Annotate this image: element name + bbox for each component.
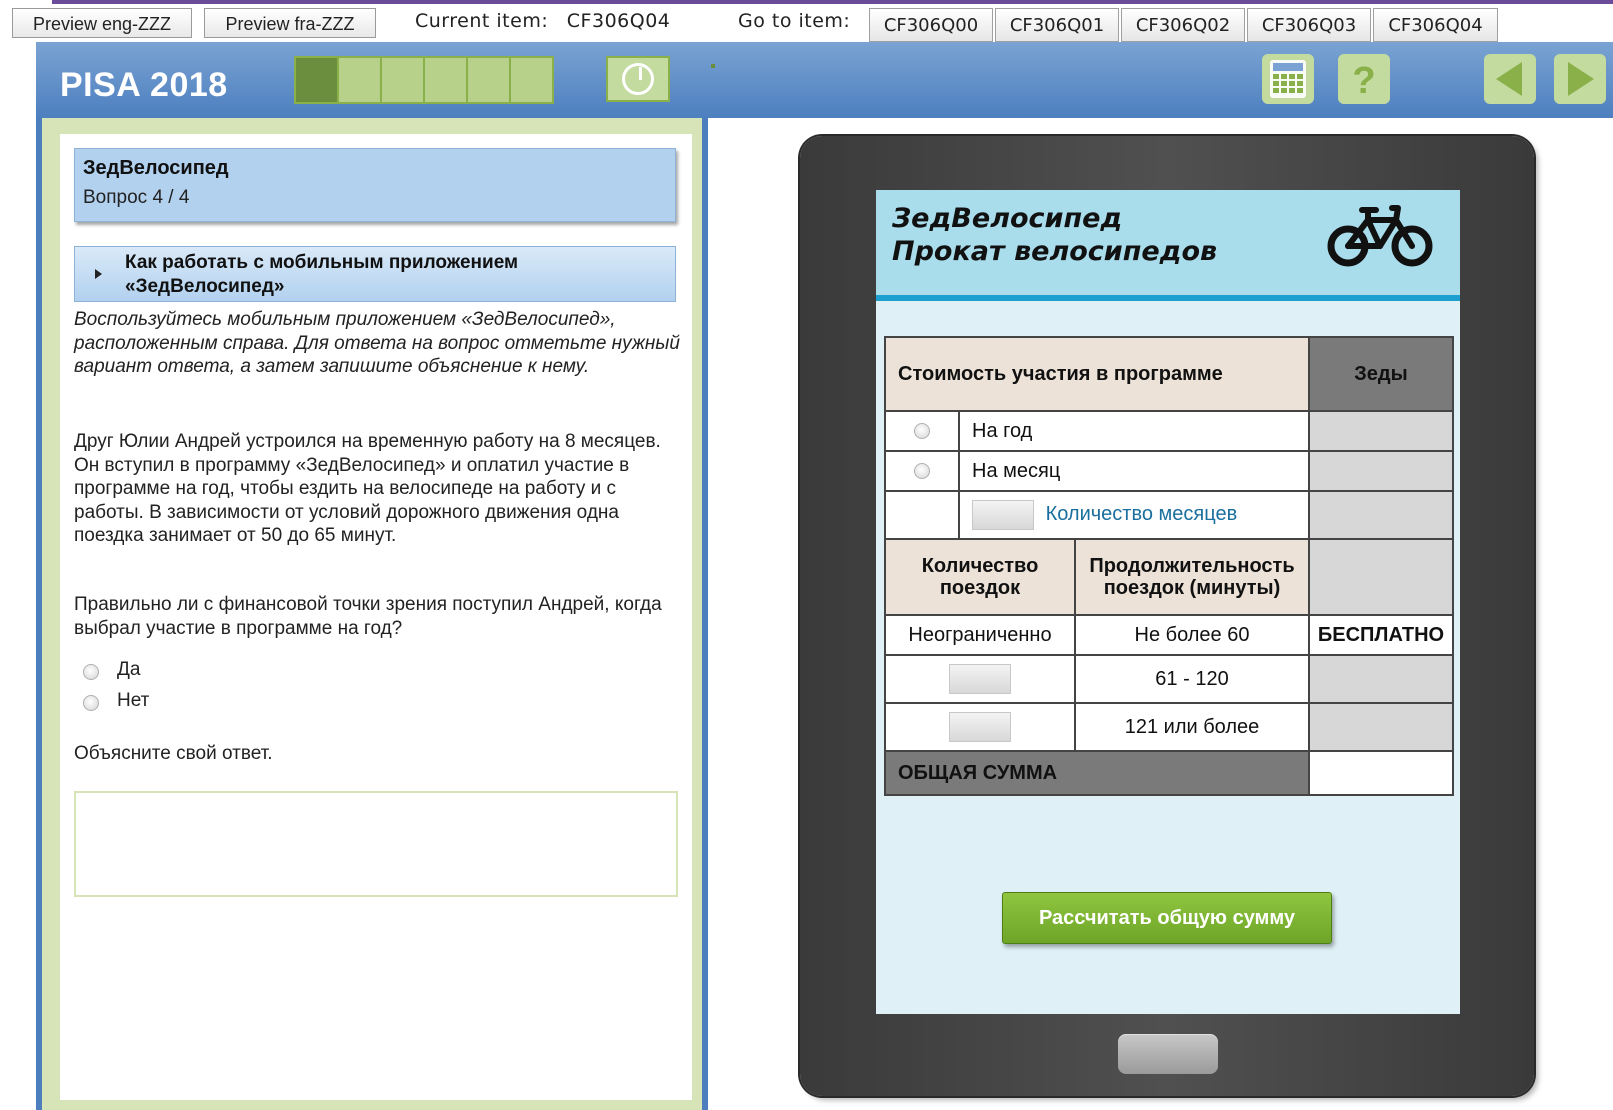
- progress-segment: [382, 58, 425, 102]
- current-item: Current item: CF306Q04: [415, 10, 670, 32]
- pisa-logo: PISA 2018: [60, 66, 228, 104]
- app-title: ЗедВелосипед Прокат велосипедов: [892, 202, 1217, 268]
- current-item-value: CF306Q04: [566, 10, 671, 32]
- story-text: Друг Юлии Андрей устроился на временную …: [74, 431, 661, 546]
- forward-arrow-icon[interactable]: [1554, 54, 1606, 104]
- preview-fra-button[interactable]: Preview fra-ZZZ: [204, 8, 376, 38]
- trips-header: Количество поездок: [884, 538, 1076, 616]
- duration-3-label: 121 или более: [1074, 702, 1310, 752]
- months-count-input[interactable]: [972, 500, 1034, 530]
- question-text: Правильно ли с финансовой точки зрения п…: [74, 594, 662, 639]
- app-header-divider: [876, 295, 1460, 301]
- preview-eng-button[interactable]: Preview eng-ZZZ: [12, 8, 192, 38]
- back-arrow-icon[interactable]: [1484, 54, 1536, 104]
- goto-item-button[interactable]: CF306Q00: [869, 8, 993, 42]
- unlimited-label: Неограниченно: [884, 614, 1076, 656]
- app-title-line1: ЗедВелосипед: [892, 203, 1123, 234]
- duration-2-label: 61 - 120: [1074, 654, 1310, 704]
- goto-item-button[interactable]: CF306Q02: [1121, 8, 1245, 42]
- goto-item-button[interactable]: CF306Q03: [1247, 8, 1371, 42]
- month-radio[interactable]: [914, 462, 930, 479]
- total-label: ОБЩАЯ СУММА: [884, 750, 1310, 796]
- timer-icon[interactable]: [606, 56, 670, 102]
- option-no-radio[interactable]: [83, 695, 99, 711]
- preview-toolbar: Preview eng-ZZZ Preview fra-ZZZ Current …: [0, 4, 1613, 42]
- explain-prompt: Объясните свой ответ.: [74, 743, 273, 764]
- calculate-total-button[interactable]: Рассчитать общую сумму: [1002, 892, 1332, 944]
- year-radio-cell: [884, 410, 960, 452]
- pricing-table: Стоимость участия в программе Зеды На го…: [884, 336, 1454, 796]
- membership-header: Стоимость участия в программе: [884, 336, 1310, 412]
- option-yes-radio[interactable]: [83, 664, 99, 680]
- trips-61-120-input[interactable]: [949, 664, 1011, 694]
- duration-header: Продолжительность поездок (минуты): [1074, 538, 1310, 616]
- unit-title-box: ЗедВелосипед Вопрос 4 / 4: [74, 148, 676, 222]
- option-no-label: Нет: [117, 690, 150, 711]
- question-counter: Вопрос 4 / 4: [83, 187, 190, 208]
- calculator-icon[interactable]: [1262, 54, 1314, 104]
- svg-text:?: ?: [1352, 60, 1375, 102]
- help-icon[interactable]: ?: [1338, 54, 1390, 104]
- current-item-label: Current item:: [415, 10, 549, 32]
- progress-segment: [511, 58, 552, 102]
- trips-121-plus-input[interactable]: [949, 712, 1011, 742]
- progress-segment: [296, 58, 339, 102]
- explanation-textarea[interactable]: [74, 791, 678, 897]
- progress-segment: [468, 58, 511, 102]
- instructions-toggle[interactable]: Как работать с мобильным приложением «Зе…: [74, 246, 676, 302]
- tablet-home-button[interactable]: [1118, 1034, 1218, 1074]
- expand-arrow-icon: [95, 269, 102, 279]
- year-radio[interactable]: [914, 422, 930, 439]
- month-zeds-cell: [1308, 450, 1454, 492]
- app-title-line2: Прокат велосипедов: [892, 236, 1218, 267]
- month-radio-cell: [884, 450, 960, 492]
- intro-text: Воспользуйтесь мобильным приложением «Зе…: [74, 309, 680, 377]
- year-zeds-cell: [1308, 410, 1454, 452]
- total-value-cell: [1308, 750, 1454, 796]
- months-zeds-cell: [1308, 490, 1454, 540]
- goto-label: Go to item:: [738, 10, 851, 32]
- goto-item-button[interactable]: CF306Q04: [1373, 8, 1498, 42]
- free-label: БЕСПЛАТНО: [1308, 614, 1454, 656]
- month-label: На месяц: [958, 450, 1310, 492]
- bicycle-icon: [1327, 205, 1433, 267]
- duration-2-zeds-cell: [1308, 654, 1454, 704]
- progress-segment: [425, 58, 468, 102]
- option-yes-label: Да: [117, 659, 141, 680]
- zeds-header: Зеды: [1308, 336, 1454, 412]
- test-header: PISA 2018 ?: [36, 42, 1613, 118]
- progress-segment: [339, 58, 382, 102]
- year-label: На год: [958, 410, 1310, 452]
- duration-1-label: Не более 60: [1074, 614, 1310, 656]
- instructions-header: Как работать с мобильным приложением «Зе…: [125, 252, 519, 297]
- months-count-label: Количество месяцев: [1045, 503, 1238, 526]
- goto-item-button[interactable]: CF306Q01: [995, 8, 1119, 42]
- progress-bar: [294, 56, 715, 104]
- unit-title: ЗедВелосипед: [83, 157, 229, 179]
- progress-segment-current: [711, 64, 715, 68]
- duration-3-zeds-cell: [1308, 702, 1454, 752]
